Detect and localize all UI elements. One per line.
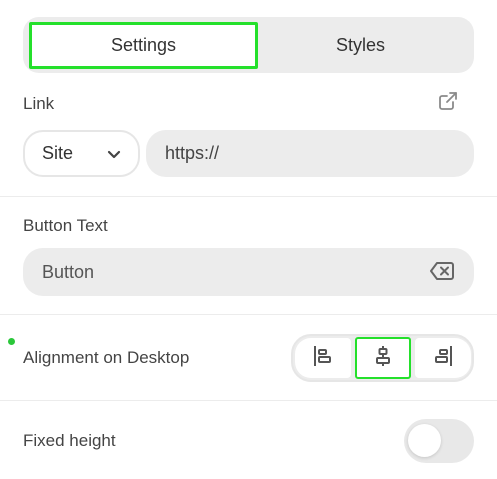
alignment-button-group xyxy=(291,334,474,382)
divider xyxy=(0,196,497,197)
divider xyxy=(0,400,497,401)
alignment-label: Alignment on Desktop xyxy=(23,348,190,367)
changed-indicator-dot xyxy=(8,338,15,345)
backspace-clear-icon[interactable] xyxy=(429,261,455,281)
toggle-knob xyxy=(408,424,441,457)
external-link-icon[interactable] xyxy=(437,90,459,112)
align-left-button[interactable] xyxy=(295,338,351,378)
align-right-icon xyxy=(432,345,454,372)
fixed-height-label: Fixed height xyxy=(23,431,116,450)
link-type-value: Site xyxy=(42,143,74,163)
tab-styles[interactable]: Styles xyxy=(249,21,472,69)
link-url-input[interactable] xyxy=(146,130,474,177)
tab-settings[interactable]: Settings xyxy=(29,22,258,69)
align-center-icon xyxy=(372,345,394,372)
button-text-label: Button Text xyxy=(23,216,108,235)
align-left-icon xyxy=(312,345,334,372)
link-label: Link xyxy=(23,94,55,113)
align-center-button[interactable] xyxy=(355,337,411,379)
tab-bar: Settings Styles xyxy=(23,17,474,73)
link-type-select[interactable]: Site xyxy=(23,130,140,177)
divider xyxy=(0,314,497,315)
chevron-down-icon xyxy=(106,146,122,162)
fixed-height-toggle[interactable] xyxy=(404,419,474,463)
align-right-button[interactable] xyxy=(415,338,471,378)
button-text-input[interactable] xyxy=(23,248,474,296)
